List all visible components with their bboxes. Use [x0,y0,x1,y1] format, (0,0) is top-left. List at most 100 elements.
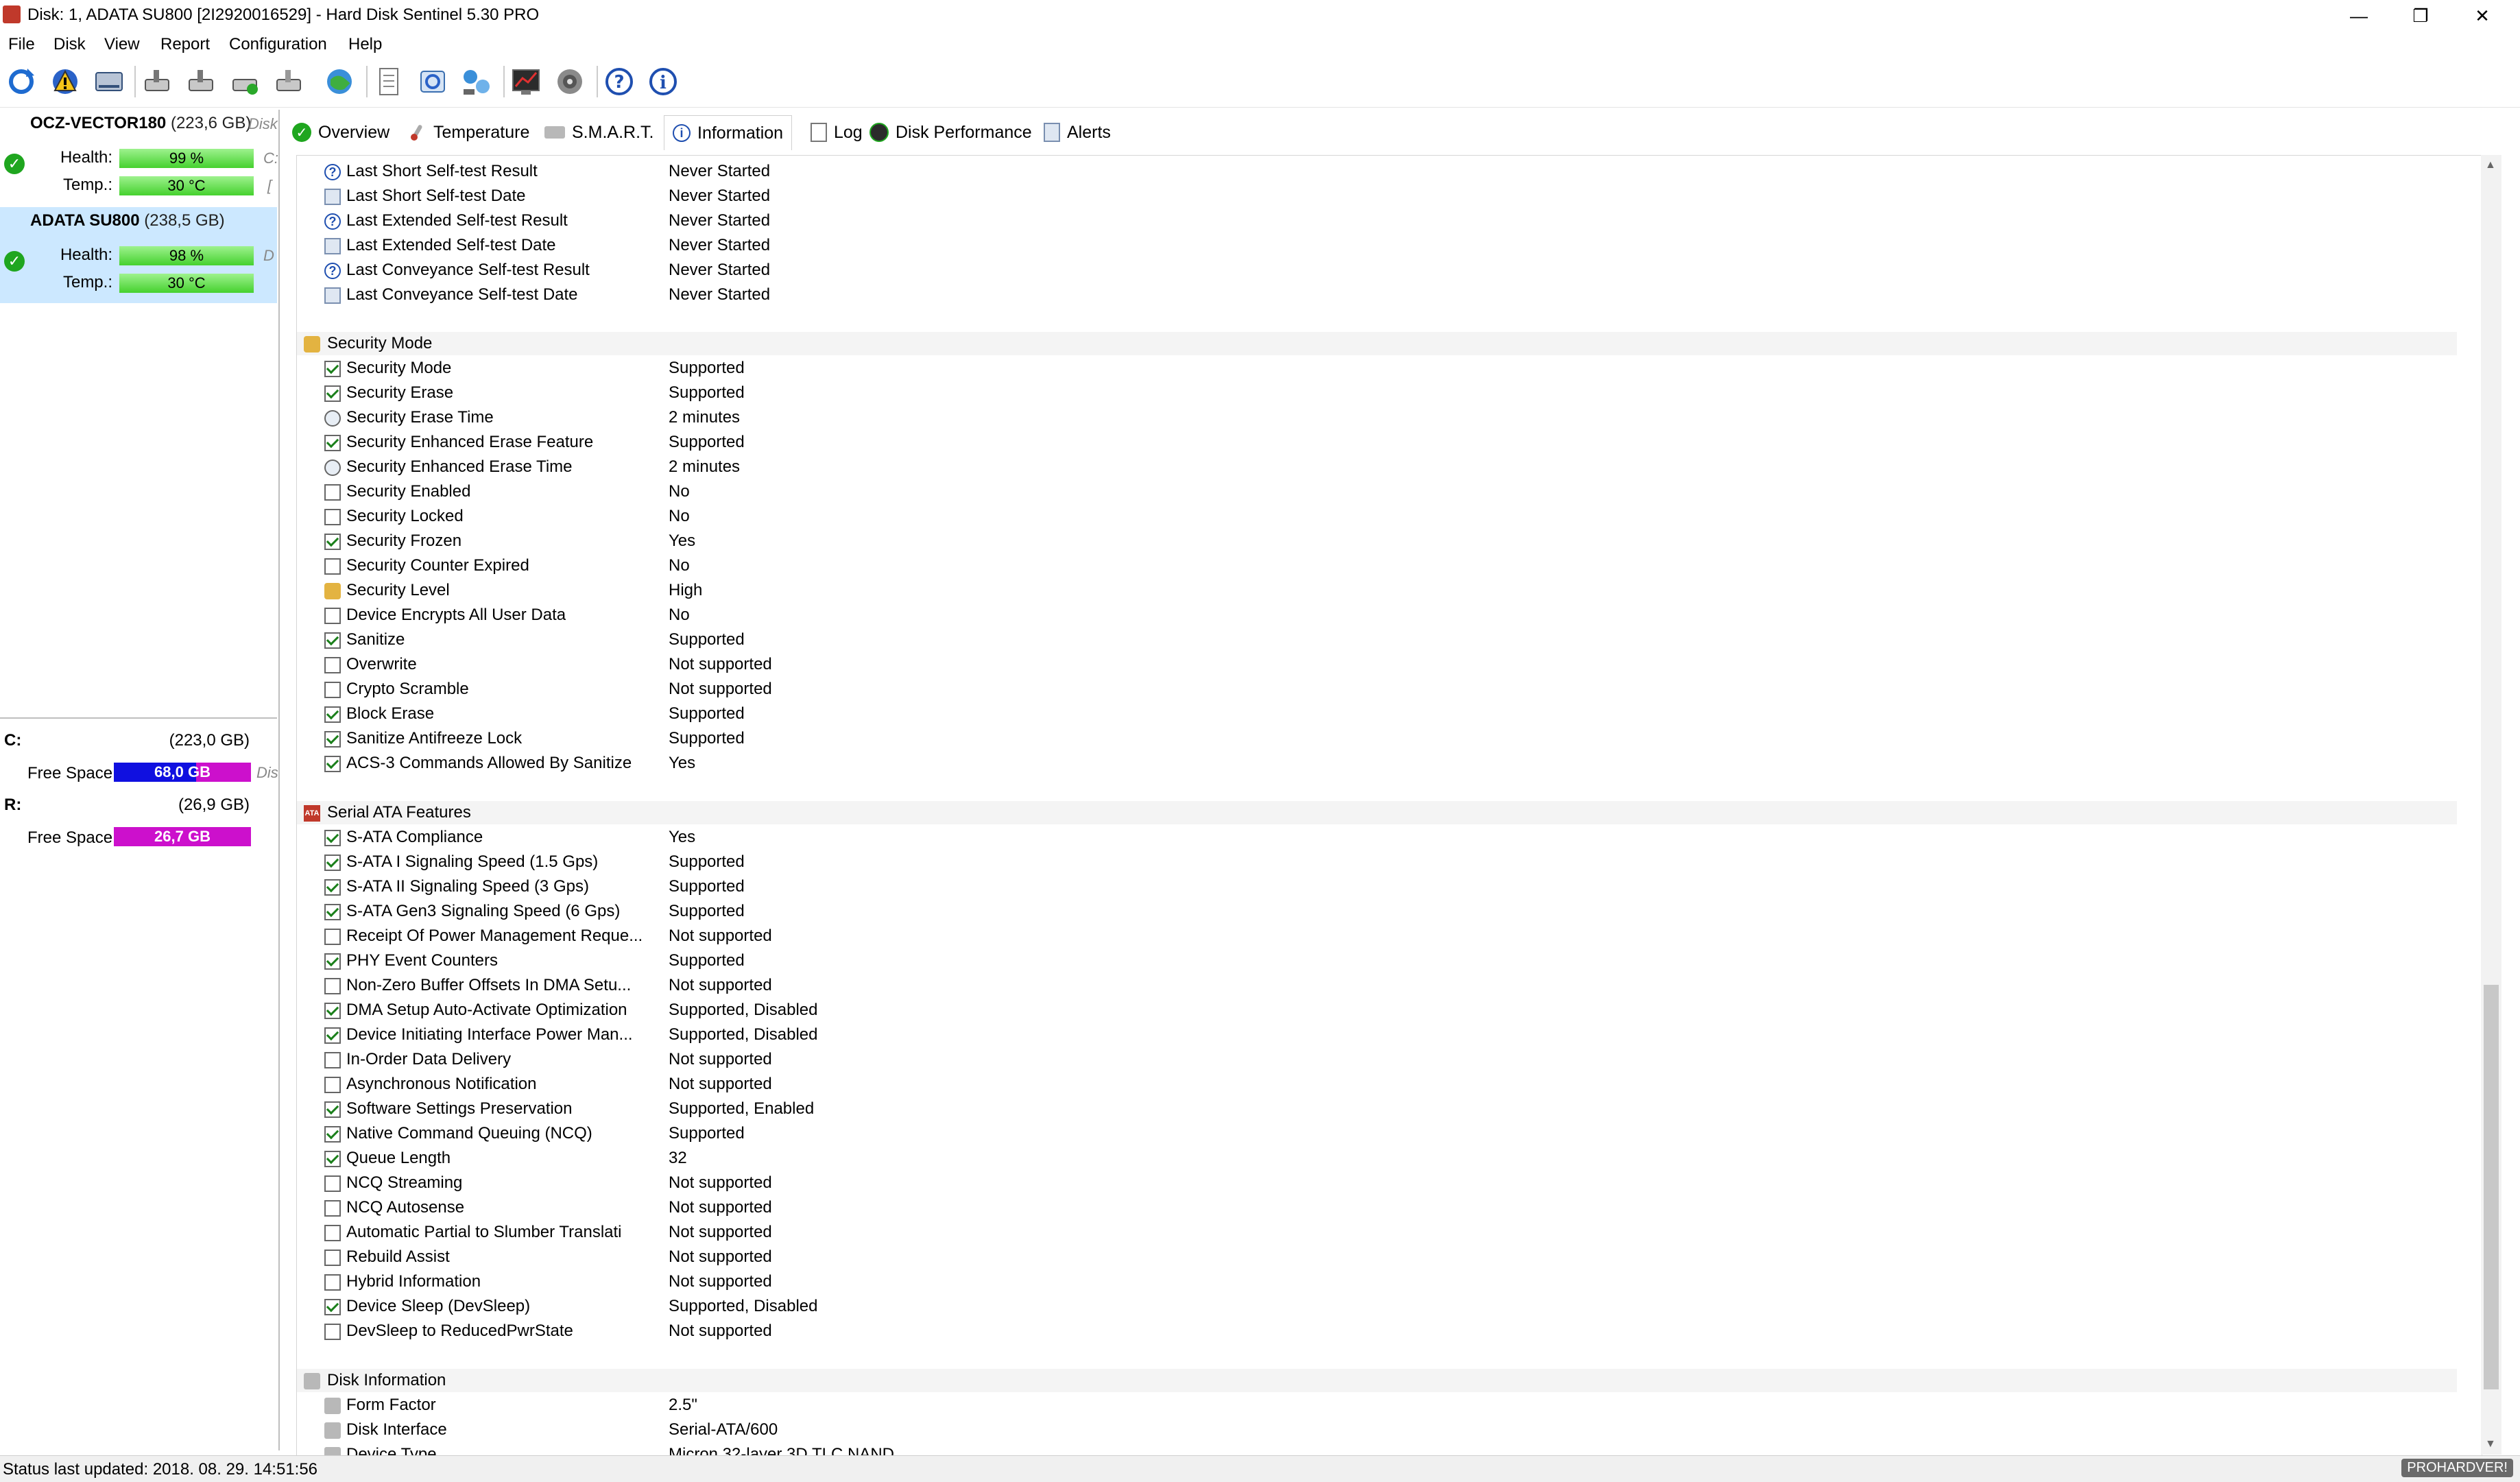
list-item: S-ATA Gen3 Signaling Speed (6 Gps) Suppor… [324,900,2450,923]
tab-smart[interactable]: S.M.A.R.T. [544,115,653,150]
scroll-up-icon[interactable]: ▲ [2485,159,2496,171]
globe-icon[interactable] [320,62,359,101]
menu-configuration[interactable]: Configuration [229,32,327,58]
temp-trail-text: [ [267,177,272,194]
clock-icon [324,459,341,476]
checkbox-checked-icon [324,706,341,723]
sync-icon[interactable] [413,62,453,101]
speaker-icon[interactable] [550,62,590,101]
refresh-icon[interactable] [1,62,41,101]
list-item: Queue Length 32 [324,1147,2450,1170]
menu-bar: File Disk View Report Configuration Help [0,32,2520,58]
tab-disk-performance[interactable]: Disk Performance [869,115,1032,150]
health-trail-text: D [263,247,274,264]
section-header-security: Security Mode [297,332,2457,355]
vertical-scrollbar[interactable]: ▲ ▼ [2481,155,2501,1455]
volume-letter: C: [4,731,22,750]
checkbox-unchecked-icon [324,978,341,994]
health-label: Health: [60,246,112,264]
temp-label: Temp.: [62,176,112,194]
information-content[interactable]: ? Last Short Self-test Result Never Starte… [296,155,2482,1456]
close-button[interactable]: ✕ [2451,0,2513,32]
list-item: Security Enhanced Erase Feature Supported [324,431,2450,454]
calendar-icon [324,238,341,254]
temp-bar: 30 °C [119,176,254,195]
checkbox-checked-icon [324,385,341,402]
tool-surface-icon[interactable] [181,62,221,101]
volume-size: (26,9 GB) [178,796,250,814]
network-icon[interactable] [457,62,496,101]
disk-small-icon [544,126,565,139]
list-item: Security Enhanced Erase Time 2 minutes [324,455,2450,479]
list-item: Automatic Partial to Slumber Translati No… [324,1221,2450,1244]
hard-disk-icon [304,1373,320,1389]
volume-item-r[interactable]: R: (26,9 GB) Free Space 26,7 GB [0,791,277,853]
volume-item-c[interactable]: C: (223,0 GB) Free Space 68,0 GB Dis [0,727,278,789]
list-item: Last Extended Self-test Date Never Starte… [324,234,2450,257]
calendar-icon [324,189,341,205]
menu-view[interactable]: View [104,32,140,58]
disk-item-ocz[interactable]: OCZ-VECTOR180 (223,6 GB) Disk ✓ Health: … [0,110,278,206]
question-icon: ? [324,164,341,180]
list-item: Device Type Micron 32-layer 3D TLC NAND [324,1443,2450,1455]
scrollbar-thumb[interactable] [2484,985,2499,1389]
checkbox-unchecked-icon [324,1250,341,1266]
menu-help[interactable]: Help [348,32,382,58]
volume-trail-text: Dis [256,764,278,781]
list-item: DMA Setup Auto-Activate Optimization Supp… [324,999,2450,1022]
list-item: NCQ Autosense Not supported [324,1196,2450,1219]
ok-check-icon: ✓ [4,251,25,272]
calendar-icon [324,287,341,304]
disk-icon[interactable] [89,62,129,101]
log-icon [811,123,827,142]
checkbox-unchecked-icon [324,1077,341,1093]
report-icon[interactable] [369,62,409,101]
tab-temperature[interactable]: Temperature [407,115,529,150]
tab-log[interactable]: Log [811,115,863,150]
volume-size: (223,0 GB) [169,731,250,750]
list-item: Sanitize Supported [324,628,2450,652]
volume-letter: R: [4,796,22,814]
alert-disk-icon[interactable] [45,62,85,101]
toolbar: ? i [0,58,2520,108]
checkbox-unchecked-icon [324,608,341,624]
svg-text:?: ? [614,72,624,93]
info-icon[interactable]: i [643,62,683,101]
tool-check-icon[interactable] [225,62,265,101]
window-title: Disk: 1, ADATA SU800 [2I2920016529] - Ha… [27,5,540,24]
tab-overview[interactable]: ✓ Overview [292,115,389,150]
benchmark-icon[interactable] [506,62,546,101]
disk-list-panel: OCZ-VECTOR180 (223,6 GB) Disk ✓ Health: … [0,110,280,1450]
tool-test-icon[interactable] [269,62,309,101]
list-item: ? Last Short Self-test Result Never Starte… [324,160,2450,183]
list-item: Overwrite Not supported [324,653,2450,676]
restore-button[interactable]: ❐ [2390,0,2451,32]
list-item: Security Erase Time 2 minutes [324,406,2450,429]
menu-disk[interactable]: Disk [53,32,86,58]
tab-alerts[interactable]: Alerts [1044,115,1111,150]
list-item: PHY Event Counters Supported [324,949,2450,972]
ok-check-icon: ✓ [4,154,25,174]
title-bar: Disk: 1, ADATA SU800 [2I2920016529] - Ha… [0,0,2520,32]
list-item: Software Settings Preservation Supported,… [324,1097,2450,1121]
scroll-down-icon[interactable]: ▼ [2485,1438,2496,1450]
gauge-icon [869,123,889,142]
status-bar: Status last updated: 2018. 08. 29. 14:51… [0,1455,2520,1482]
checkbox-checked-icon [324,632,341,649]
temp-bar: 30 °C [119,274,254,293]
lock-icon [324,583,341,599]
disk-item-adata[interactable]: ADATA SU800 (238,5 GB) ✓ Health: 98 % D … [0,207,277,303]
checkbox-checked-icon [324,904,341,920]
menu-file[interactable]: File [8,32,35,58]
tab-information[interactable]: i Information [664,115,793,150]
tool-wrench-icon[interactable] [137,62,177,101]
checkbox-checked-icon [324,854,341,871]
minimize-button[interactable]: — [2328,0,2390,32]
help-icon[interactable]: ? [599,62,639,101]
free-space-label: Free Space [27,764,113,782]
menu-report[interactable]: Report [160,32,210,58]
list-item: Asynchronous Notification Not supported [324,1073,2450,1096]
checkbox-unchecked-icon [324,1175,341,1192]
question-icon: ? [324,213,341,230]
hard-disk-icon [324,1422,341,1439]
